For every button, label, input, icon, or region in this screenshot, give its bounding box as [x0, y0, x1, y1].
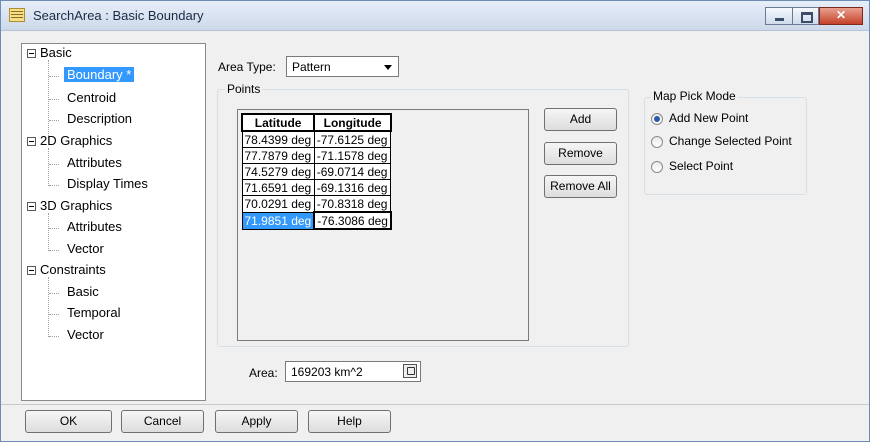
maximize-button[interactable]: [792, 7, 819, 25]
tree-connector: [48, 148, 49, 186]
window-controls: ✕: [765, 7, 863, 25]
points-grid[interactable]: Latitude Longitude 78.4399 deg -77.6125 …: [237, 109, 529, 341]
tree-connector: [48, 60, 49, 142]
collapse-3d-graphics-icon[interactable]: [27, 202, 36, 211]
longitude-cell[interactable]: -69.0714 deg: [313, 163, 392, 180]
table-row[interactable]: 78.4399 deg -77.6125 deg: [241, 130, 392, 148]
tree-item-temporal[interactable]: Temporal: [67, 304, 120, 322]
longitude-cell-active[interactable]: -76.3086 deg: [313, 211, 392, 230]
area-value: 169203 km^2: [291, 365, 363, 379]
add-new-point-radio[interactable]: [651, 113, 663, 125]
tree-item-3d-attributes[interactable]: Attributes: [67, 218, 122, 236]
tree-item-constraints[interactable]: Constraints: [40, 261, 106, 279]
tree-item-basic[interactable]: Basic: [40, 44, 72, 62]
table-row[interactable]: 70.0291 deg -70.8318 deg: [241, 195, 392, 213]
collapse-constraints-icon[interactable]: [27, 266, 36, 275]
tree-connector: [49, 250, 59, 251]
tree-connector: [49, 164, 59, 165]
column-header-latitude[interactable]: Latitude: [240, 113, 316, 132]
dialog-window: SearchArea : Basic Boundary ✕ Basic Boun…: [0, 0, 870, 442]
tree-connector: [49, 336, 59, 337]
select-point-radio[interactable]: [651, 161, 663, 173]
longitude-cell[interactable]: -69.1316 deg: [313, 179, 392, 196]
title-bar[interactable]: SearchArea : Basic Boundary ✕: [1, 1, 869, 31]
latitude-cell[interactable]: 71.6591 deg: [241, 179, 315, 196]
map-pick-group-title: Map Pick Mode: [651, 89, 738, 103]
tree-item-2d-attributes[interactable]: Attributes: [67, 154, 122, 172]
area-type-value: Pattern: [292, 60, 331, 74]
latitude-cell[interactable]: 74.5279 deg: [241, 163, 315, 180]
area-label: Area:: [249, 366, 278, 380]
latitude-cell-selected[interactable]: 71.9851 deg: [241, 211, 315, 230]
longitude-cell[interactable]: -71.1578 deg: [313, 147, 392, 164]
close-button[interactable]: ✕: [819, 7, 863, 25]
add-point-button[interactable]: Add: [544, 108, 617, 131]
longitude-cell[interactable]: -77.6125 deg: [313, 130, 392, 148]
close-icon: ✕: [835, 8, 847, 22]
table-row[interactable]: 71.6591 deg -69.1316 deg: [241, 179, 392, 196]
latitude-cell[interactable]: 77.7879 deg: [241, 147, 315, 164]
table-row[interactable]: 74.5279 deg -69.0714 deg: [241, 163, 392, 180]
points-group-title: Points: [225, 82, 263, 96]
remove-all-button[interactable]: Remove All: [544, 175, 617, 198]
help-button[interactable]: Help: [308, 410, 391, 433]
select-point-label[interactable]: Select Point: [669, 159, 733, 173]
table-header-row: Latitude Longitude: [240, 113, 392, 132]
remove-point-button[interactable]: Remove: [544, 142, 617, 165]
property-tree[interactable]: Basic Boundary * Centroid Description 2D…: [21, 43, 206, 401]
ok-button[interactable]: OK: [25, 410, 112, 433]
tree-item-description[interactable]: Description: [67, 110, 132, 128]
tree-item-centroid[interactable]: Centroid: [67, 89, 116, 107]
minimize-button[interactable]: [765, 7, 792, 25]
cancel-button[interactable]: Cancel: [121, 410, 204, 433]
change-selected-point-label[interactable]: Change Selected Point: [669, 134, 792, 148]
tree-item-boundary[interactable]: Boundary *: [64, 66, 135, 84]
latitude-cell[interactable]: 70.0291 deg: [241, 195, 315, 213]
tree-item-2d-graphics[interactable]: 2D Graphics: [40, 132, 112, 150]
apply-button[interactable]: Apply: [215, 410, 298, 433]
points-table[interactable]: Latitude Longitude 78.4399 deg -77.6125 …: [240, 113, 392, 230]
table-row[interactable]: 77.7879 deg -71.1578 deg: [241, 147, 392, 164]
tree-item-boundary-label: Boundary *: [64, 67, 135, 82]
tree-connector: [48, 277, 49, 337]
collapse-basic-icon[interactable]: [27, 49, 36, 58]
collapse-2d-graphics-icon[interactable]: [27, 137, 36, 146]
area-type-select[interactable]: Pattern: [286, 56, 399, 77]
tree-item-3d-graphics[interactable]: 3D Graphics: [40, 197, 112, 215]
area-type-label: Area Type:: [218, 60, 276, 74]
longitude-cell[interactable]: -70.8318 deg: [313, 195, 392, 213]
tree-connector: [48, 213, 49, 251]
tree-connector: [49, 228, 59, 229]
column-header-longitude[interactable]: Longitude: [313, 113, 392, 132]
window-title: SearchArea : Basic Boundary: [33, 8, 204, 23]
tree-item-constraints-vector[interactable]: Vector: [67, 326, 104, 344]
tree-item-3d-vector[interactable]: Vector: [67, 240, 104, 258]
latitude-cell[interactable]: 78.4399 deg: [241, 130, 315, 148]
add-new-point-label[interactable]: Add New Point: [669, 111, 748, 125]
tree-connector: [49, 99, 59, 100]
units-picker-icon[interactable]: [403, 364, 417, 378]
area-value-field[interactable]: 169203 km^2: [285, 361, 421, 382]
tree-item-constraints-basic[interactable]: Basic: [67, 283, 99, 301]
tree-connector: [49, 185, 59, 186]
tree-item-display-times[interactable]: Display Times: [67, 175, 148, 193]
tree-connector: [49, 76, 59, 77]
app-icon: [9, 8, 25, 22]
tree-connector: [49, 120, 59, 121]
chevron-down-icon: [384, 65, 392, 70]
change-selected-point-radio[interactable]: [651, 136, 663, 148]
tree-connector: [49, 314, 59, 315]
table-row-selected[interactable]: 71.9851 deg -76.3086 deg: [241, 211, 392, 230]
tree-connector: [49, 293, 59, 294]
